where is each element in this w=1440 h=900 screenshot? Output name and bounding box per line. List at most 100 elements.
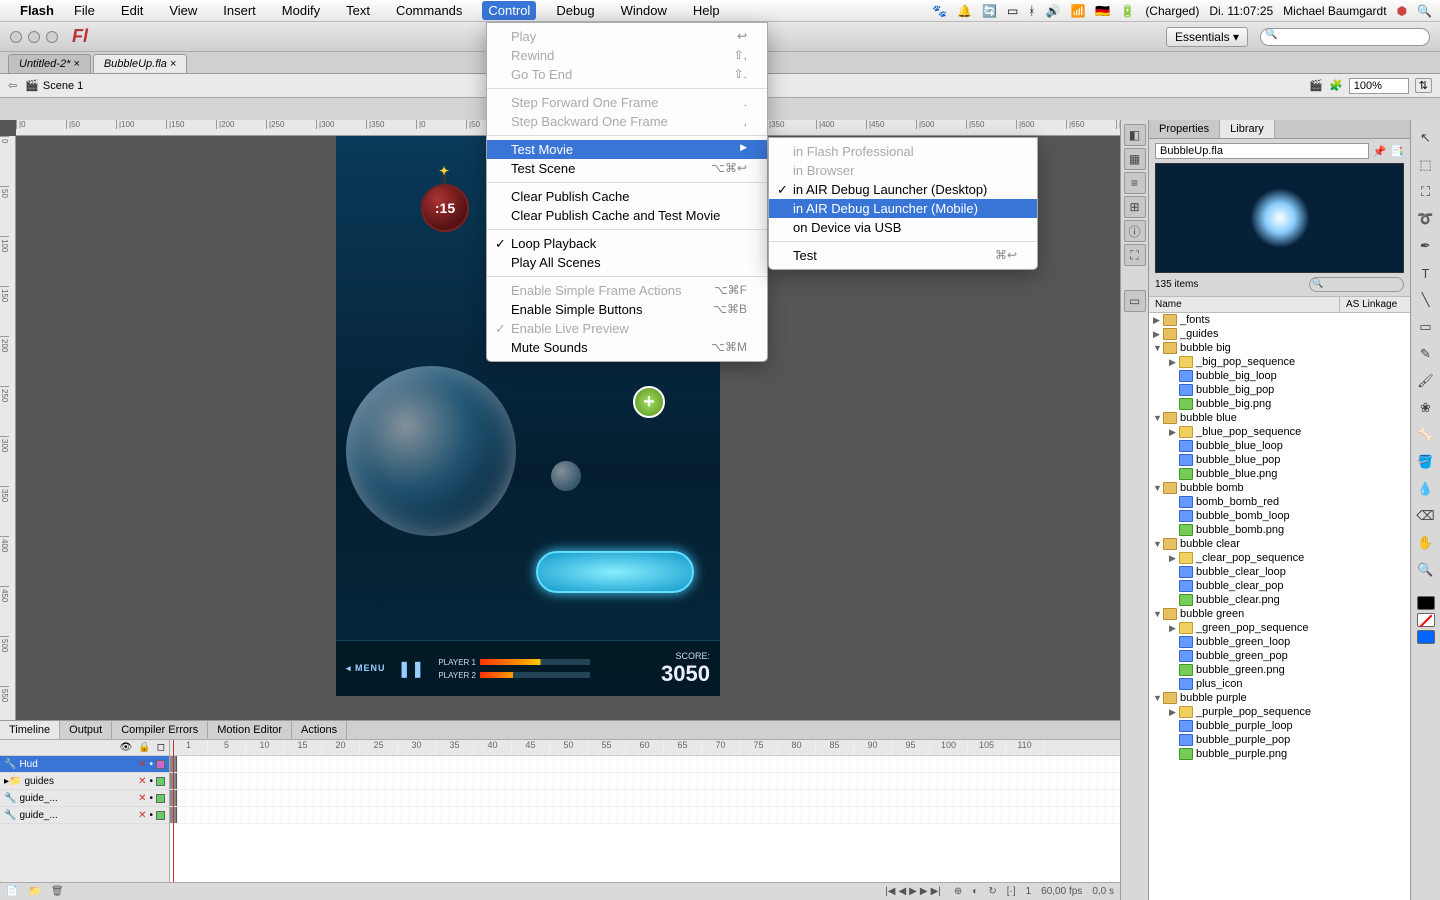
menu-item[interactable]: in AIR Debug Launcher (Mobile) [769,199,1037,218]
eraser-tool-icon[interactable]: ⌫ [1414,504,1438,528]
bottom-tab[interactable]: Timeline [0,721,60,739]
user-name[interactable]: Michael Baumgardt [1283,4,1386,18]
library-item[interactable]: ▼bubble bomb [1149,481,1410,495]
library-file-combo[interactable] [1155,143,1369,159]
library-item[interactable]: bubble_clear_loop [1149,565,1410,579]
playback-controls[interactable]: |◀◀▶▶▶| [885,886,944,897]
test-movie-submenu[interactable]: in Flash Professionalin Browserin AIR De… [768,137,1038,270]
info-panel-icon[interactable]: ⓘ [1124,220,1146,242]
library-item[interactable]: ▶_clear_pop_sequence [1149,551,1410,565]
edit-scene-icon[interactable]: 🎬 [1309,79,1323,92]
bluetooth-icon[interactable]: ᚼ [1028,4,1035,18]
subselection-tool-icon[interactable]: ⬚ [1414,153,1438,177]
traffic-lights[interactable] [10,31,58,43]
line-tool-icon[interactable]: ╲ [1414,288,1438,312]
menu-item[interactable]: Clear Publish Cache [487,187,767,206]
timeline-layer[interactable]: 🔧 guide_...✕ • [0,790,169,807]
doc-tab[interactable]: BubbleUp.fla × [93,54,187,73]
library-item[interactable]: ▼bubble big [1149,341,1410,355]
library-item[interactable]: bubble_purple_loop [1149,719,1410,733]
plus-target-sprite[interactable]: + [633,386,665,418]
text-tool-icon[interactable]: T [1414,261,1438,285]
menu-item[interactable]: Enable Simple Buttons⌥⌘B [487,300,767,319]
pill-button-sprite[interactable] [536,551,694,593]
menu-item[interactable]: Mute Sounds⌥⌘M [487,338,767,357]
wifi-icon[interactable]: 📶 [1070,4,1085,18]
onion-skin-icon[interactable]: ◐ [972,886,978,897]
new-folder-icon[interactable]: 📁 [28,886,40,897]
align-panel-icon[interactable]: ⊞ [1124,196,1146,218]
library-item[interactable]: bubble_purple_pop [1149,733,1410,747]
bottom-tab[interactable]: Compiler Errors [112,721,208,739]
dock-icon[interactable]: ▦ [1124,148,1146,170]
menu-file[interactable]: File [68,1,101,20]
timeline-layer[interactable]: 🔧 guide_...✕ • [0,807,169,824]
col-linkage[interactable]: AS Linkage [1340,297,1410,312]
library-search-input[interactable] [1309,277,1404,292]
menu-control[interactable]: Control [482,1,536,20]
menu-commands[interactable]: Commands [390,1,468,20]
menu-item[interactable]: Play All Scenes [487,253,767,272]
library-item[interactable]: ▶_guides [1149,327,1410,341]
pen-tool-icon[interactable]: ✒ [1414,234,1438,258]
delete-layer-icon[interactable]: 🗑 [51,886,64,897]
battery-icon[interactable]: 🔋 [1120,4,1135,18]
menu-help[interactable]: Help [687,1,726,20]
loop-icon[interactable]: ↻ [988,886,996,897]
library-tree[interactable]: ▶_fonts▶_guides▼bubble big▶_big_pop_sequ… [1149,313,1410,900]
menu-window[interactable]: Window [615,1,673,20]
library-item[interactable]: ▶_green_pop_sequence [1149,621,1410,635]
library-item[interactable]: bubble_green.png [1149,663,1410,677]
menu-modify[interactable]: Modify [276,1,326,20]
bottom-tab[interactable]: Actions [292,721,347,739]
library-item[interactable]: bubble_clear.png [1149,593,1410,607]
library-item[interactable]: ▶_blue_pop_sequence [1149,425,1410,439]
bone-tool-icon[interactable]: 🦴 [1414,423,1438,447]
library-item[interactable]: ▼bubble purple [1149,691,1410,705]
bottom-tab[interactable]: Motion Editor [208,721,292,739]
timeline-layer[interactable]: ▸📁 guides✕ • [0,773,169,790]
menu-item[interactable]: Loop Playback [487,234,767,253]
dock-icon[interactable]: ◧ [1124,124,1146,146]
library-item[interactable]: bubble_blue_pop [1149,453,1410,467]
rectangle-tool-icon[interactable]: ▭ [1414,315,1438,339]
frame-marker-icon[interactable]: [·] [1007,886,1016,897]
menu-item[interactable]: on Device via USB [769,218,1037,237]
hand-tool-icon[interactable]: ✋ [1414,531,1438,555]
library-item[interactable]: ▼bubble clear [1149,537,1410,551]
timeline-layers[interactable]: 👁 🔒 ◻ 🔧 Hud✕ • ▸📁 guides✕ • 🔧 guide_...✕… [0,740,170,882]
library-item[interactable]: bubble_green_loop [1149,635,1410,649]
center-frame-icon[interactable]: ⊕ [954,886,962,897]
free-transform-tool-icon[interactable]: ⛶ [1414,180,1438,204]
lock-col-icon[interactable]: 🔒 [138,742,150,753]
menu-debug[interactable]: Debug [550,1,600,20]
lasso-tool-icon[interactable]: ➰ [1414,207,1438,231]
eyedropper-tool-icon[interactable]: 💧 [1414,477,1438,501]
hud-menu-button[interactable]: ◂ MENU [346,663,386,674]
paint-bucket-tool-icon[interactable]: 🪣 [1414,450,1438,474]
swap-colors-icon[interactable] [1417,630,1435,644]
help-search-input[interactable] [1260,28,1430,46]
col-name[interactable]: Name [1149,297,1340,312]
library-item[interactable]: plus_icon [1149,677,1410,691]
paw-icon[interactable]: 🐾 [932,4,947,18]
timeline-frames[interactable]: 1510152025303540455055606570758085909510… [170,740,1120,882]
menu-item[interactable]: in AIR Debug Launcher (Desktop) [769,180,1037,199]
library-item[interactable]: bubble_bomb.png [1149,523,1410,537]
tab-properties[interactable]: Properties [1149,120,1220,138]
scene-label[interactable]: Scene 1 [43,80,83,92]
hud-pause-icon[interactable]: ❚❚ [398,659,425,679]
library-item[interactable]: bomb_bomb_red [1149,495,1410,509]
zoom-input[interactable] [1349,78,1409,94]
workspace-switcher[interactable]: Essentials ▾ [1166,27,1248,47]
selection-tool-icon[interactable]: ↖ [1414,126,1438,150]
fill-color-swatch[interactable] [1417,613,1435,627]
flag-icon[interactable]: 🇩🇪 [1095,4,1110,18]
menu-view[interactable]: View [163,1,203,20]
brush-tool-icon[interactable]: 🖌 [1414,369,1438,393]
transform-panel-icon[interactable]: ⛶ [1124,244,1146,266]
pin-icon[interactable]: 📌 [1373,145,1387,158]
menu-text[interactable]: Text [340,1,376,20]
timeline-layer[interactable]: 🔧 Hud✕ • [0,756,169,773]
scene-back-icon[interactable]: ⇦ [8,79,17,92]
